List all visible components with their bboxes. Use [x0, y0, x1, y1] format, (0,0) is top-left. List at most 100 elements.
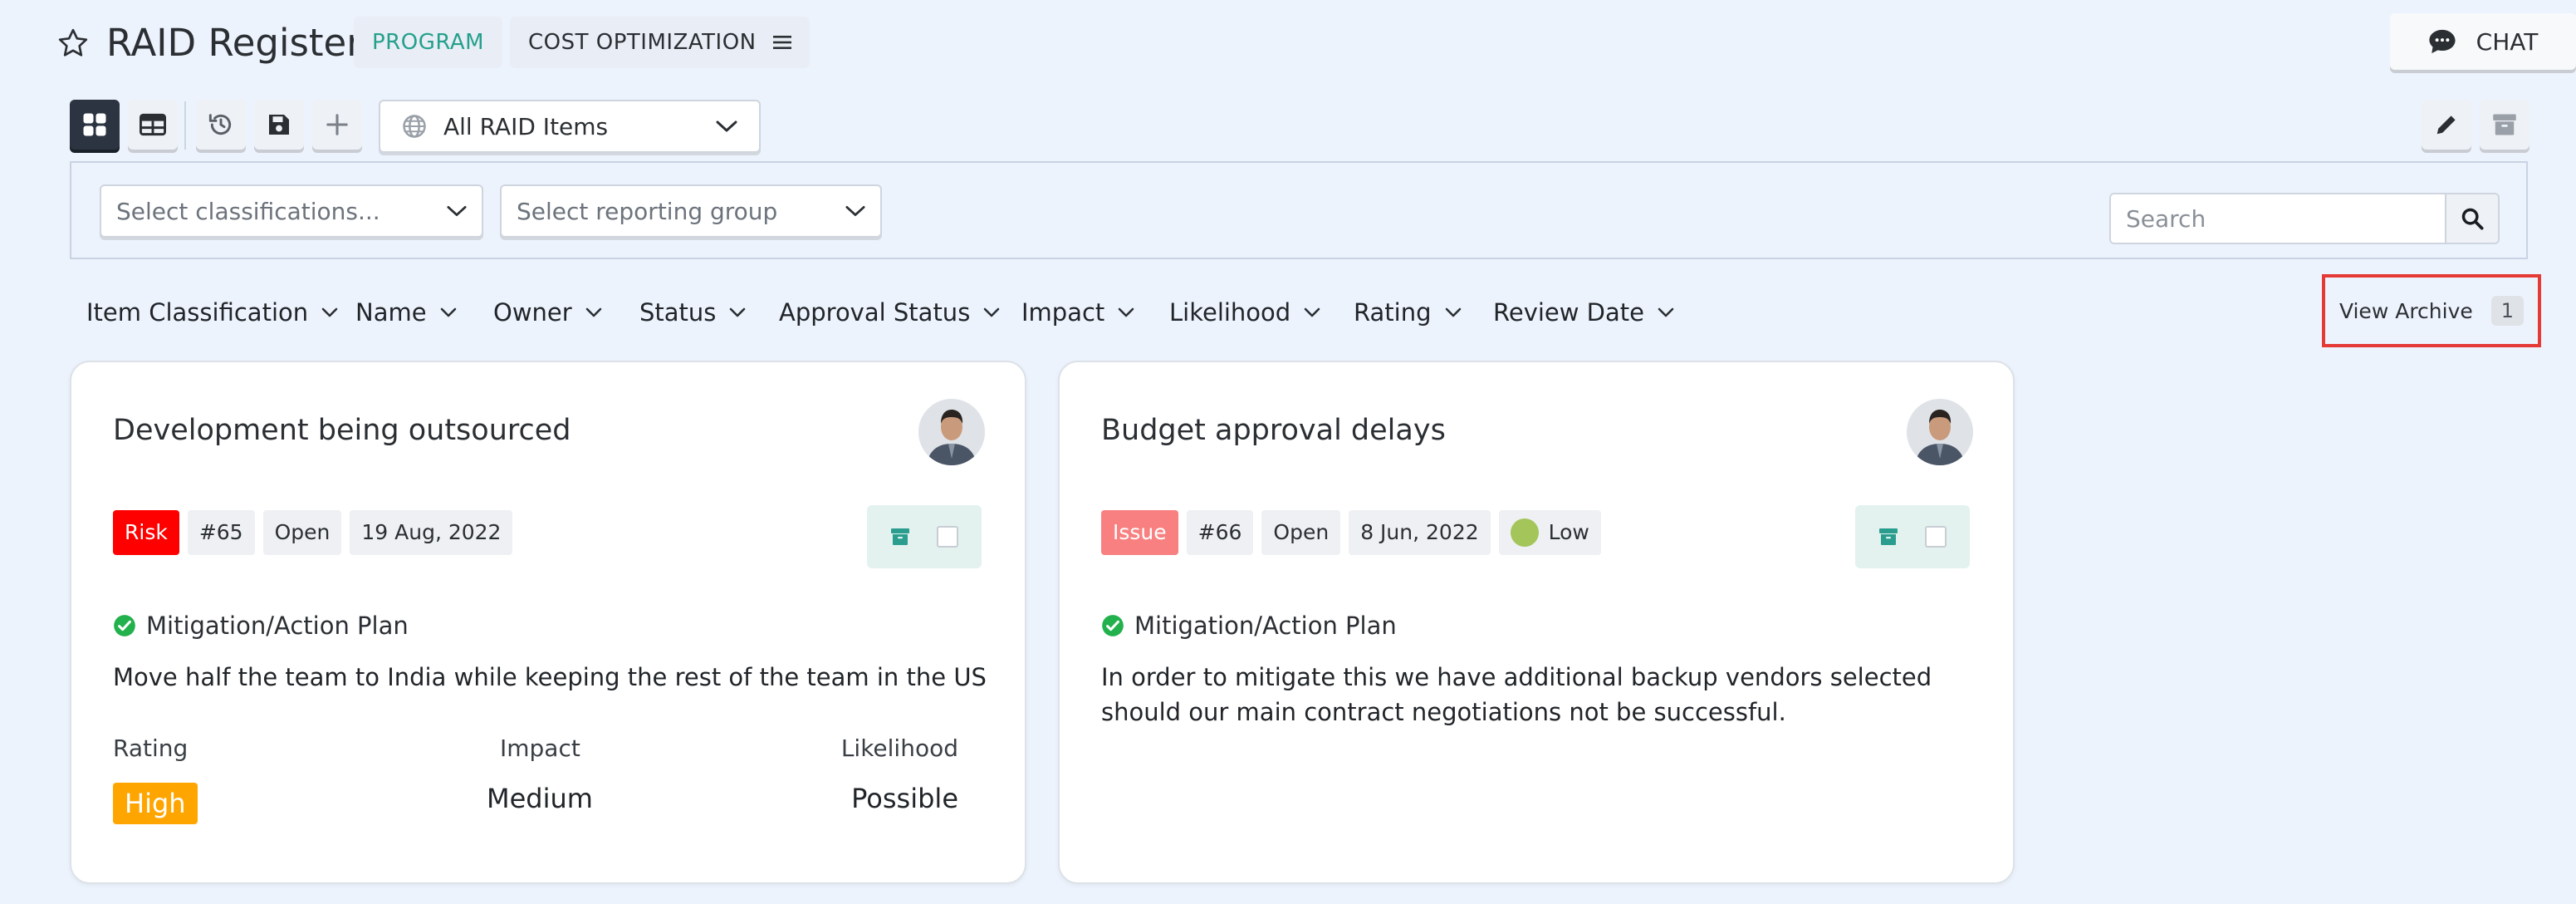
page-title: RAID Register: [106, 21, 362, 65]
program-chip[interactable]: PROGRAM: [354, 17, 503, 68]
priority-dot-icon: [1510, 518, 1539, 547]
date-badge: 8 Jun, 2022: [1349, 510, 1491, 555]
impact-value: Medium: [487, 783, 593, 814]
sort-label: Owner: [493, 298, 572, 327]
sort-label: Review Date: [1493, 298, 1645, 327]
date-badge: 19 Aug, 2022: [350, 510, 513, 555]
owner-avatar[interactable]: [918, 399, 985, 465]
check-circle-icon: [1102, 615, 1124, 636]
sort-label: Status: [639, 298, 717, 327]
pencil-icon: [2436, 115, 2456, 135]
status-badge: Open: [262, 510, 342, 555]
sort-item-owner[interactable]: Owner: [493, 296, 602, 329]
priority-badge: Low: [1498, 510, 1601, 555]
search-box: [2109, 193, 2500, 244]
plan-text: In order to mitigate this we have additi…: [1101, 663, 1932, 726]
globe-icon: [403, 115, 426, 138]
chevron-down-icon: [984, 307, 1000, 317]
card-tags: Risk #65 Open 19 Aug, 2022: [113, 510, 513, 555]
rating-value-badge: High: [113, 783, 198, 824]
chevron-down-icon: [585, 307, 602, 317]
sort-label: Impact: [1021, 298, 1105, 327]
plan-label: Mitigation/Action Plan: [1134, 612, 1397, 640]
archive-box-icon[interactable]: [890, 528, 910, 546]
raid-card[interactable]: Budget approval delays Issue #66 Open 8 …: [1058, 361, 2015, 884]
chevron-down-icon: [716, 120, 737, 132]
history-icon: [208, 114, 232, 135]
card-title: Budget approval delays: [1101, 414, 1446, 447]
chevron-down-icon: [1658, 307, 1674, 317]
grid-icon: [83, 113, 106, 136]
view-archive-label: View Archive: [2338, 298, 2473, 323]
sort-item-impact[interactable]: Impact: [1021, 296, 1134, 329]
reporting-group-placeholder: Select reporting group: [517, 197, 778, 225]
history-button[interactable]: [196, 100, 246, 150]
sort-item-classification[interactable]: Item Classification: [86, 296, 338, 329]
card-title: Development being outsourced: [113, 414, 571, 447]
search-input[interactable]: [2111, 194, 2445, 243]
chevron-down-icon: [845, 206, 865, 216]
archive-box-icon: [2493, 114, 2516, 135]
archive-button[interactable]: [2480, 100, 2529, 150]
chat-button[interactable]: CHAT: [2390, 13, 2576, 70]
edit-button[interactable]: [2422, 100, 2471, 150]
cost-chip-label: COST OPTIMIZATION: [528, 30, 757, 55]
view-archive-button[interactable]: View Archive 1: [2322, 274, 2541, 347]
person-avatar-icon: [918, 399, 985, 465]
archive-box-icon[interactable]: [1878, 528, 1898, 546]
view-select-value: All RAID Items: [443, 112, 609, 140]
table-view-button[interactable]: [128, 100, 178, 150]
favorite-star-icon[interactable]: [56, 27, 90, 60]
rating-label: Rating: [113, 734, 189, 762]
chevron-down-icon: [321, 307, 338, 317]
chevron-down-icon: [730, 307, 746, 317]
card-view-button[interactable]: [70, 100, 120, 150]
sort-label: Likelihood: [1169, 298, 1291, 327]
select-checkbox[interactable]: [937, 526, 958, 548]
sort-item-status[interactable]: Status: [639, 296, 746, 329]
plan-label: Mitigation/Action Plan: [146, 612, 409, 640]
save-button[interactable]: [254, 100, 304, 150]
toolbar-divider: [184, 101, 186, 150]
chevron-down-icon: [1118, 307, 1134, 317]
reporting-group-select[interactable]: Select reporting group: [500, 184, 882, 238]
chevron-down-icon: [1445, 307, 1461, 317]
chevron-down-icon: [440, 307, 456, 317]
sort-item-review-date[interactable]: Review Date: [1493, 296, 1674, 329]
sort-label: Item Classification: [86, 298, 309, 327]
add-item-button[interactable]: [312, 100, 362, 150]
impact-label: Impact: [500, 734, 580, 762]
sort-item-approval-status[interactable]: Approval Status: [779, 296, 1000, 329]
likelihood-label: Likelihood: [840, 734, 958, 762]
classifications-select[interactable]: Select classifications...: [100, 184, 483, 238]
sort-item-likelihood[interactable]: Likelihood: [1169, 296, 1320, 329]
classifications-placeholder: Select classifications...: [116, 197, 380, 225]
archive-count-badge: 1: [2490, 296, 2525, 326]
plan-text: Move half the team to India while keepin…: [113, 663, 987, 691]
card-actions: [1855, 505, 1970, 568]
sort-item-rating[interactable]: Rating: [1354, 296, 1462, 329]
card-actions: [867, 505, 982, 568]
raid-card[interactable]: Development being outsourced Risk #65 Op…: [70, 361, 1026, 884]
menu-icon: [772, 36, 791, 49]
plan-heading: Mitigation/Action Plan: [113, 612, 409, 640]
priority-label: Low: [1548, 520, 1589, 544]
cost-optimization-chip[interactable]: COST OPTIMIZATION: [510, 17, 810, 68]
view-select[interactable]: All RAID Items: [379, 100, 761, 153]
chevron-down-icon: [1304, 307, 1320, 317]
search-button[interactable]: [2445, 194, 2498, 243]
type-badge: Risk: [113, 510, 179, 555]
sort-label: Rating: [1354, 298, 1432, 327]
table-icon: [140, 113, 166, 136]
sort-label: Approval Status: [779, 298, 971, 327]
sort-label: Name: [355, 298, 427, 327]
sort-item-name[interactable]: Name: [355, 296, 457, 329]
check-circle-icon: [114, 615, 135, 636]
owner-avatar[interactable]: [1907, 399, 1973, 465]
plan-heading: Mitigation/Action Plan: [1101, 612, 1397, 640]
search-icon: [2461, 208, 2484, 230]
select-checkbox[interactable]: [1925, 526, 1947, 548]
likelihood-value: Possible: [851, 783, 958, 814]
item-id-badge: #65: [187, 510, 255, 555]
plus-icon: [326, 114, 348, 135]
